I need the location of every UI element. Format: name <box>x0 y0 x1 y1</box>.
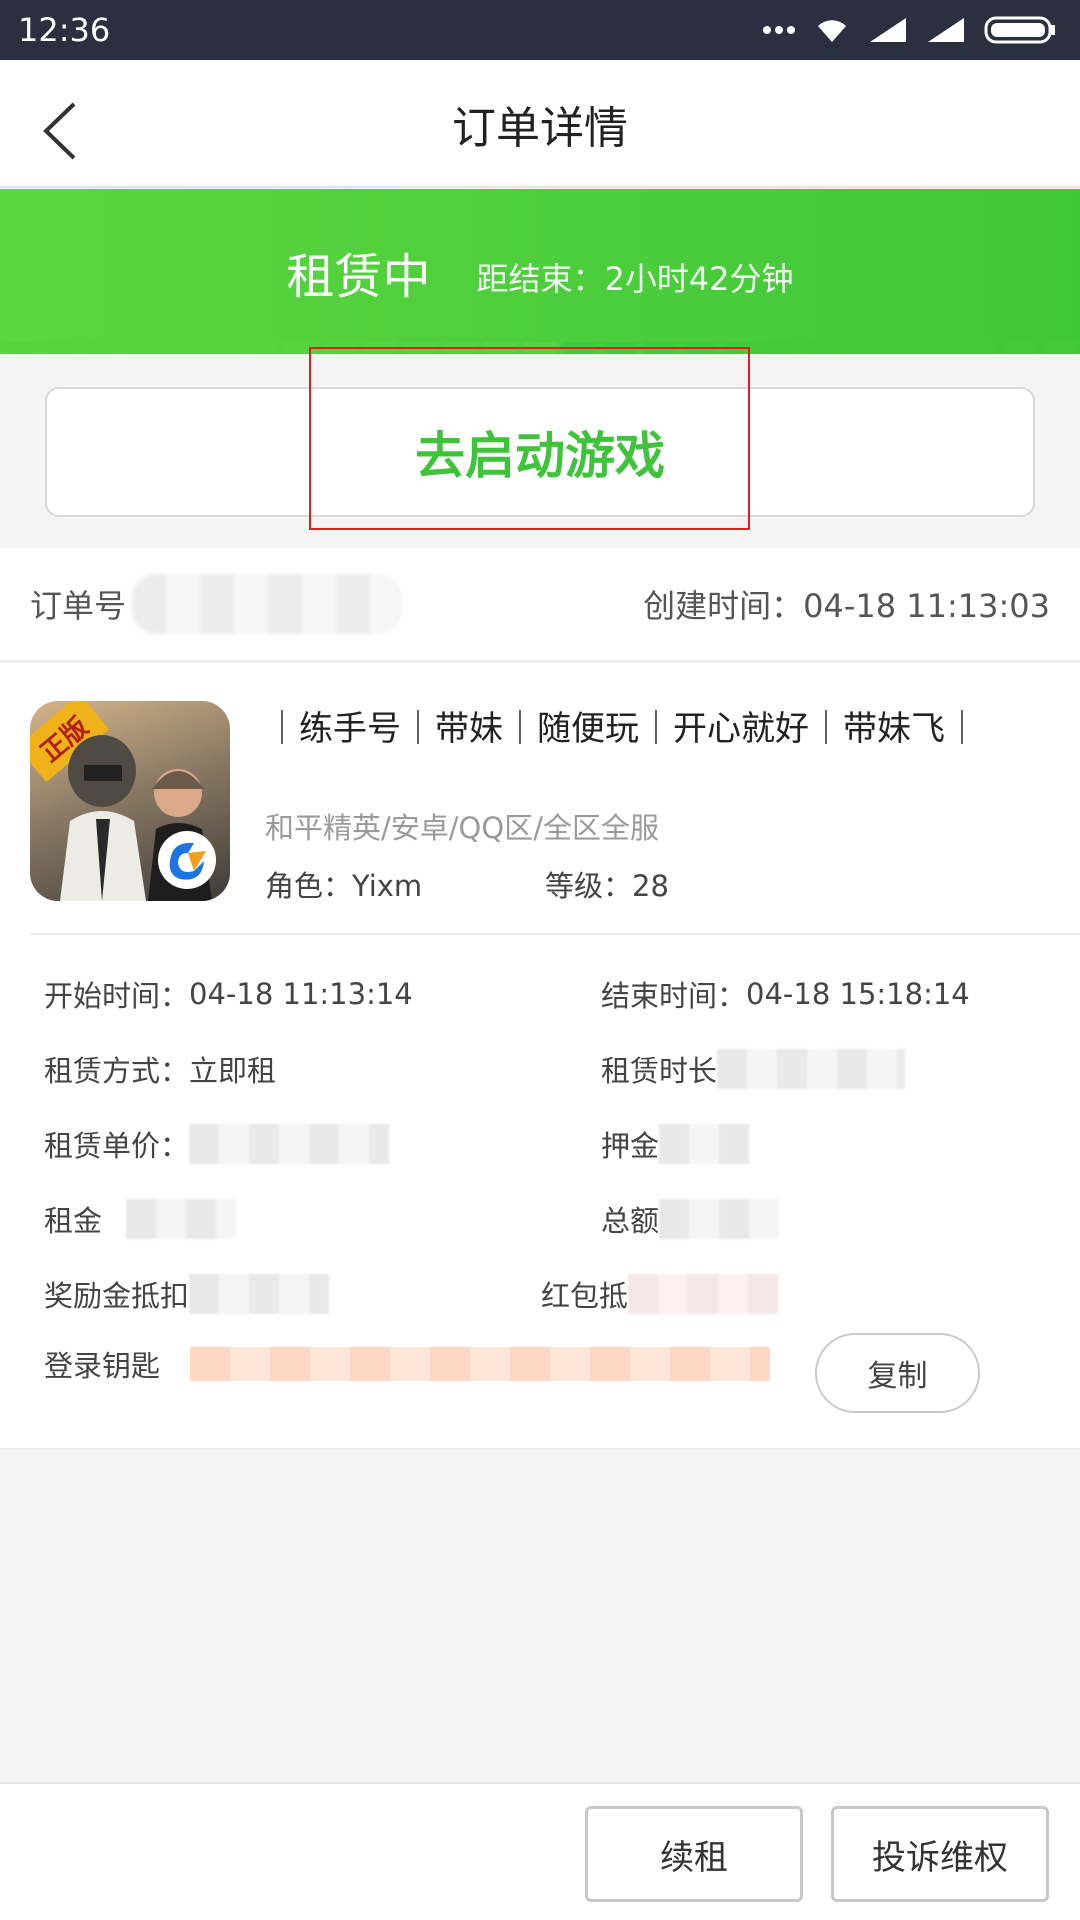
role-value: Yixm <box>352 869 423 903</box>
start-time-value: 04-18 11:13:14 <box>189 977 413 1011</box>
rent: 租金 <box>44 1198 237 1240</box>
deposit: 押金 <box>601 1123 750 1165</box>
created-time: 创建时间：04-18 11:13:03 <box>643 581 1050 627</box>
battery-icon <box>984 16 1056 44</box>
time-remaining: 距结束：2小时42分钟 <box>476 259 794 298</box>
order-number-label: 订单号 <box>30 587 127 625</box>
created-time-value: 04-18 11:13:03 <box>803 587 1050 625</box>
order-card: 正版 ｜练手号｜带妹｜随便玩｜开心就好｜带妹飞｜ 和平精英/安卓/QQ区/全区全… <box>0 663 1080 1450</box>
redacted-value <box>659 1124 750 1164</box>
start-time-label: 开始时间： <box>44 979 190 1013</box>
rental-duration: 租赁时长 <box>601 1048 906 1090</box>
header: 订单详情 <box>0 60 1080 188</box>
level-value: 28 <box>632 869 669 903</box>
redacted-value <box>126 1199 237 1239</box>
renew-button[interactable]: 续租 <box>585 1806 803 1902</box>
signal-icon <box>868 16 908 44</box>
rental-duration-label: 租赁时长 <box>601 1054 718 1088</box>
highlight-box <box>309 347 750 530</box>
role-label: 角色： <box>265 869 353 903</box>
redacted-value <box>189 1274 330 1314</box>
total: 总额 <box>601 1198 780 1240</box>
status-icons <box>762 16 1056 44</box>
redacted-order-number <box>132 574 403 634</box>
signal-icon <box>926 16 966 44</box>
unit-price-label: 租赁单价： <box>44 1129 190 1163</box>
total-label: 总额 <box>601 1204 660 1238</box>
unit-price: 租赁单价： <box>44 1123 390 1165</box>
redpacket-deduction-label: 红包抵 <box>541 1279 629 1313</box>
rental-method: 租赁方式： 立即租 <box>44 1048 276 1090</box>
tencent-logo-icon <box>158 831 216 889</box>
bottom-action-bar: 续租 投诉维权 <box>0 1782 1080 1920</box>
copy-button[interactable]: 复制 <box>815 1333 980 1413</box>
game-thumbnail[interactable]: 正版 <box>30 701 230 901</box>
wifi-icon <box>814 16 850 44</box>
reward-deduction-label: 奖励金抵扣 <box>44 1279 190 1313</box>
redacted-value <box>717 1049 906 1089</box>
level: 等级：28 <box>545 863 669 905</box>
game-info: 和平精英/安卓/QQ区/全区全服 <box>265 811 659 845</box>
created-time-label: 创建时间： <box>643 587 804 625</box>
rental-method-label: 租赁方式： <box>44 1054 190 1088</box>
login-key-label: 登录钥匙 <box>44 1349 161 1383</box>
status-time: 12:36 <box>18 11 111 49</box>
redacted-value <box>628 1274 779 1314</box>
role: 角色：Yixm <box>265 863 422 905</box>
redpacket-deduction: 红包抵 <box>541 1273 779 1315</box>
end-time: 结束时间： 04-18 15:18:14 <box>601 973 970 1015</box>
rent-label: 租金 <box>44 1204 103 1238</box>
order-number: 订单号 <box>30 574 403 634</box>
level-label: 等级： <box>545 869 633 903</box>
listing-title: ｜练手号｜带妹｜随便玩｜开心就好｜带妹飞｜ <box>265 709 979 749</box>
redacted-login-key <box>190 1347 771 1381</box>
end-time-value: 04-18 15:18:14 <box>746 977 970 1011</box>
status-bar: 12:36 <box>0 0 1080 60</box>
deposit-label: 押金 <box>601 1129 660 1163</box>
rental-method-value: 立即租 <box>189 1054 277 1088</box>
rental-status-banner: 租赁中 距结束：2小时42分钟 <box>0 189 1080 354</box>
login-key: 登录钥匙 <box>44 1343 771 1385</box>
more-dots-icon <box>762 25 796 35</box>
complain-button[interactable]: 投诉维权 <box>831 1806 1049 1902</box>
redacted-value <box>659 1199 780 1239</box>
redacted-value <box>189 1124 390 1164</box>
divider <box>30 933 1080 935</box>
order-info-row: 订单号 创建时间：04-18 11:13:03 <box>0 548 1080 662</box>
rental-status: 租赁中 <box>286 248 431 305</box>
start-time: 开始时间： 04-18 11:13:14 <box>44 973 413 1015</box>
reward-deduction: 奖励金抵扣 <box>44 1273 330 1315</box>
page-title: 订单详情 <box>452 103 628 154</box>
end-time-label: 结束时间： <box>601 979 747 1013</box>
